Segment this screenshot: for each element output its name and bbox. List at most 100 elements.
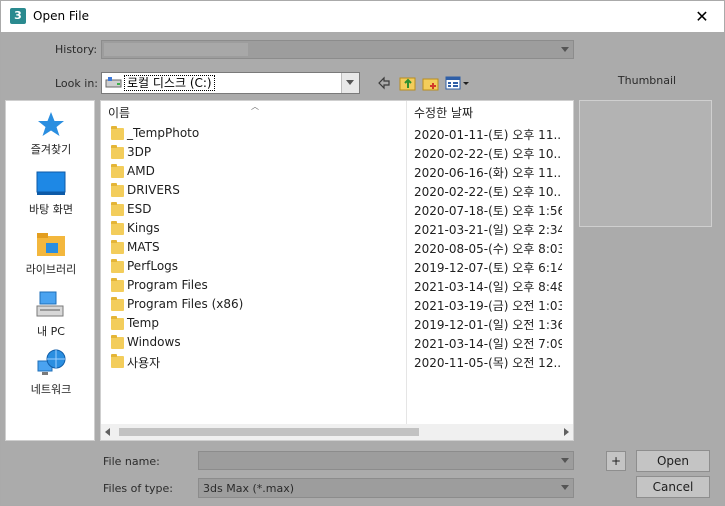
- place-label: 네트워크: [30, 383, 72, 396]
- chevron-down-icon: [561, 485, 569, 490]
- file-date: 2021-03-14-(일) 오후 8:48: [414, 280, 562, 294]
- file-date: 2020-07-18-(토) 오후 1:56: [414, 204, 562, 218]
- folder-icon: [111, 278, 124, 292]
- file-name: Windows: [127, 335, 181, 349]
- file-date: 2020-01-11-(토) 오후 11...: [414, 128, 562, 142]
- scrollbar-thumb[interactable]: [119, 428, 419, 436]
- folder-icon: [111, 240, 124, 254]
- folder-icon: [111, 202, 124, 216]
- network-icon: [37, 349, 66, 375]
- look-in-combo[interactable]: 로컬 디스크 (C:): [101, 72, 360, 94]
- file-name: 3DP: [127, 145, 152, 159]
- column-header-date[interactable]: 수정한 날짜: [414, 101, 473, 125]
- title-bar: 3 Open File ✕: [1, 1, 724, 32]
- place-label: 내 PC: [37, 325, 65, 338]
- file-name: ESD: [127, 202, 152, 216]
- star-icon: [38, 112, 64, 136]
- sort-up-icon: ︿: [251, 102, 259, 111]
- back-arrow-icon[interactable]: [377, 74, 391, 92]
- file-date: 2019-12-07-(토) 오후 6:14: [414, 261, 562, 275]
- place-label: 즐겨찾기: [30, 143, 72, 156]
- history-combo[interactable]: [101, 40, 574, 59]
- file-type-label: Files of type:: [103, 482, 174, 495]
- place-this-pc[interactable]: 내 PC: [6, 291, 96, 339]
- list-item[interactable]: Kings 2021-03-21-(일) 오후 2:34: [101, 220, 573, 239]
- list-item[interactable]: Program Files (x86) 2021-03-19-(금) 오전 1:0…: [101, 296, 573, 315]
- close-icon[interactable]: ✕: [687, 6, 717, 28]
- add-button[interactable]: +: [606, 451, 626, 471]
- file-name: PerfLogs: [127, 259, 179, 273]
- desktop-icon: [36, 171, 66, 195]
- file-name: AMD: [127, 164, 155, 178]
- file-name: Temp: [127, 316, 159, 330]
- folder-icon: [111, 354, 124, 368]
- place-label: 바탕 화면: [29, 203, 73, 216]
- look-in-dropdown-button[interactable]: [341, 73, 359, 93]
- list-item[interactable]: Temp 2019-12-01-(일) 오전 1:36: [101, 315, 573, 334]
- new-folder-icon[interactable]: [422, 74, 440, 92]
- file-date: 2020-08-05-(수) 오후 8:03: [414, 242, 562, 256]
- column-header-name[interactable]: 이름: [108, 101, 130, 125]
- folder-icon: [111, 335, 124, 349]
- history-label: History:: [55, 43, 98, 56]
- view-menu-icon[interactable]: [445, 74, 471, 92]
- file-type-value: 3ds Max (*.max): [203, 482, 294, 495]
- list-item[interactable]: DRIVERS 2020-02-22-(토) 오후 10...: [101, 182, 573, 201]
- file-name: 사용자: [127, 356, 161, 370]
- list-item[interactable]: AMD 2020-06-16-(화) 오후 11...: [101, 163, 573, 182]
- chevron-down-icon: [561, 46, 569, 52]
- file-date: 2020-02-22-(토) 오후 10...: [414, 147, 562, 161]
- list-item[interactable]: Program Files 2021-03-14-(일) 오후 8:48: [101, 277, 573, 296]
- app-logo-icon: 3: [10, 8, 26, 24]
- list-item[interactable]: PerfLogs 2019-12-07-(토) 오후 6:14: [101, 258, 573, 277]
- places-bar: 즐겨찾기 바탕 화면 라이브러리 내 PC 네트워크: [5, 100, 95, 441]
- folder-icon: [111, 164, 124, 178]
- place-network[interactable]: 네트워크: [6, 349, 96, 397]
- file-name: MATS: [127, 240, 160, 254]
- file-date: 2020-06-16-(화) 오후 11...: [414, 166, 562, 180]
- look-in-label: Look in:: [55, 77, 98, 90]
- drive-icon: [105, 77, 122, 88]
- folder-icon: [111, 259, 124, 273]
- list-item[interactable]: Windows 2021-03-14-(일) 오전 7:09: [101, 334, 573, 353]
- scroll-left-icon[interactable]: [105, 428, 110, 436]
- list-item[interactable]: MATS 2020-08-05-(수) 오후 8:03: [101, 239, 573, 258]
- folder-icon: [111, 316, 124, 330]
- look-in-value: 로컬 디스크 (C:): [124, 75, 215, 91]
- list-item[interactable]: 사용자 2020-11-05-(목) 오전 12...: [101, 353, 573, 372]
- file-name-input[interactable]: [198, 451, 574, 470]
- folder-icon: [111, 183, 124, 197]
- file-name: Program Files: [127, 278, 208, 292]
- file-date: 2019-12-01-(일) 오전 1:36: [414, 318, 562, 332]
- folder-icon: [111, 126, 124, 140]
- window-title: Open File: [33, 9, 89, 23]
- place-favorites[interactable]: 즐겨찾기: [6, 111, 96, 157]
- file-date: 2020-11-05-(목) 오전 12...: [414, 356, 562, 370]
- open-button[interactable]: Open: [636, 450, 710, 472]
- folder-icon: [111, 221, 124, 235]
- scroll-right-icon[interactable]: [564, 428, 569, 436]
- file-name: Program Files (x86): [127, 297, 244, 311]
- list-item[interactable]: ESD 2020-07-18-(토) 오후 1:56: [101, 201, 573, 220]
- horizontal-scrollbar[interactable]: [101, 424, 573, 440]
- chevron-down-icon: [346, 80, 354, 85]
- history-value: [104, 43, 248, 56]
- thumbnail-label: Thumbnail: [617, 74, 677, 87]
- file-name: DRIVERS: [127, 183, 180, 197]
- place-desktop[interactable]: 바탕 화면: [6, 171, 96, 217]
- list-item[interactable]: 3DP 2020-02-22-(토) 오후 10...: [101, 144, 573, 163]
- place-label: 라이브러리: [25, 263, 77, 276]
- file-type-select[interactable]: 3ds Max (*.max): [198, 478, 574, 498]
- file-date: 2020-02-22-(토) 오후 10...: [414, 185, 562, 199]
- thumbnail-preview: [579, 100, 712, 227]
- file-list: 이름 ︿ 수정한 날짜 _TempPhoto 2020-01-11-(토) 오후 …: [100, 100, 574, 441]
- computer-icon: [36, 291, 64, 317]
- place-library[interactable]: 라이브러리: [6, 231, 96, 277]
- list-item[interactable]: _TempPhoto 2020-01-11-(토) 오후 11...: [101, 125, 573, 144]
- up-folder-icon[interactable]: [399, 74, 417, 92]
- cancel-button[interactable]: Cancel: [636, 476, 710, 498]
- file-name-label: File name:: [103, 455, 160, 468]
- file-date: 2021-03-19-(금) 오전 1:03: [414, 299, 562, 313]
- folder-icon: [111, 145, 124, 159]
- file-name: Kings: [127, 221, 160, 235]
